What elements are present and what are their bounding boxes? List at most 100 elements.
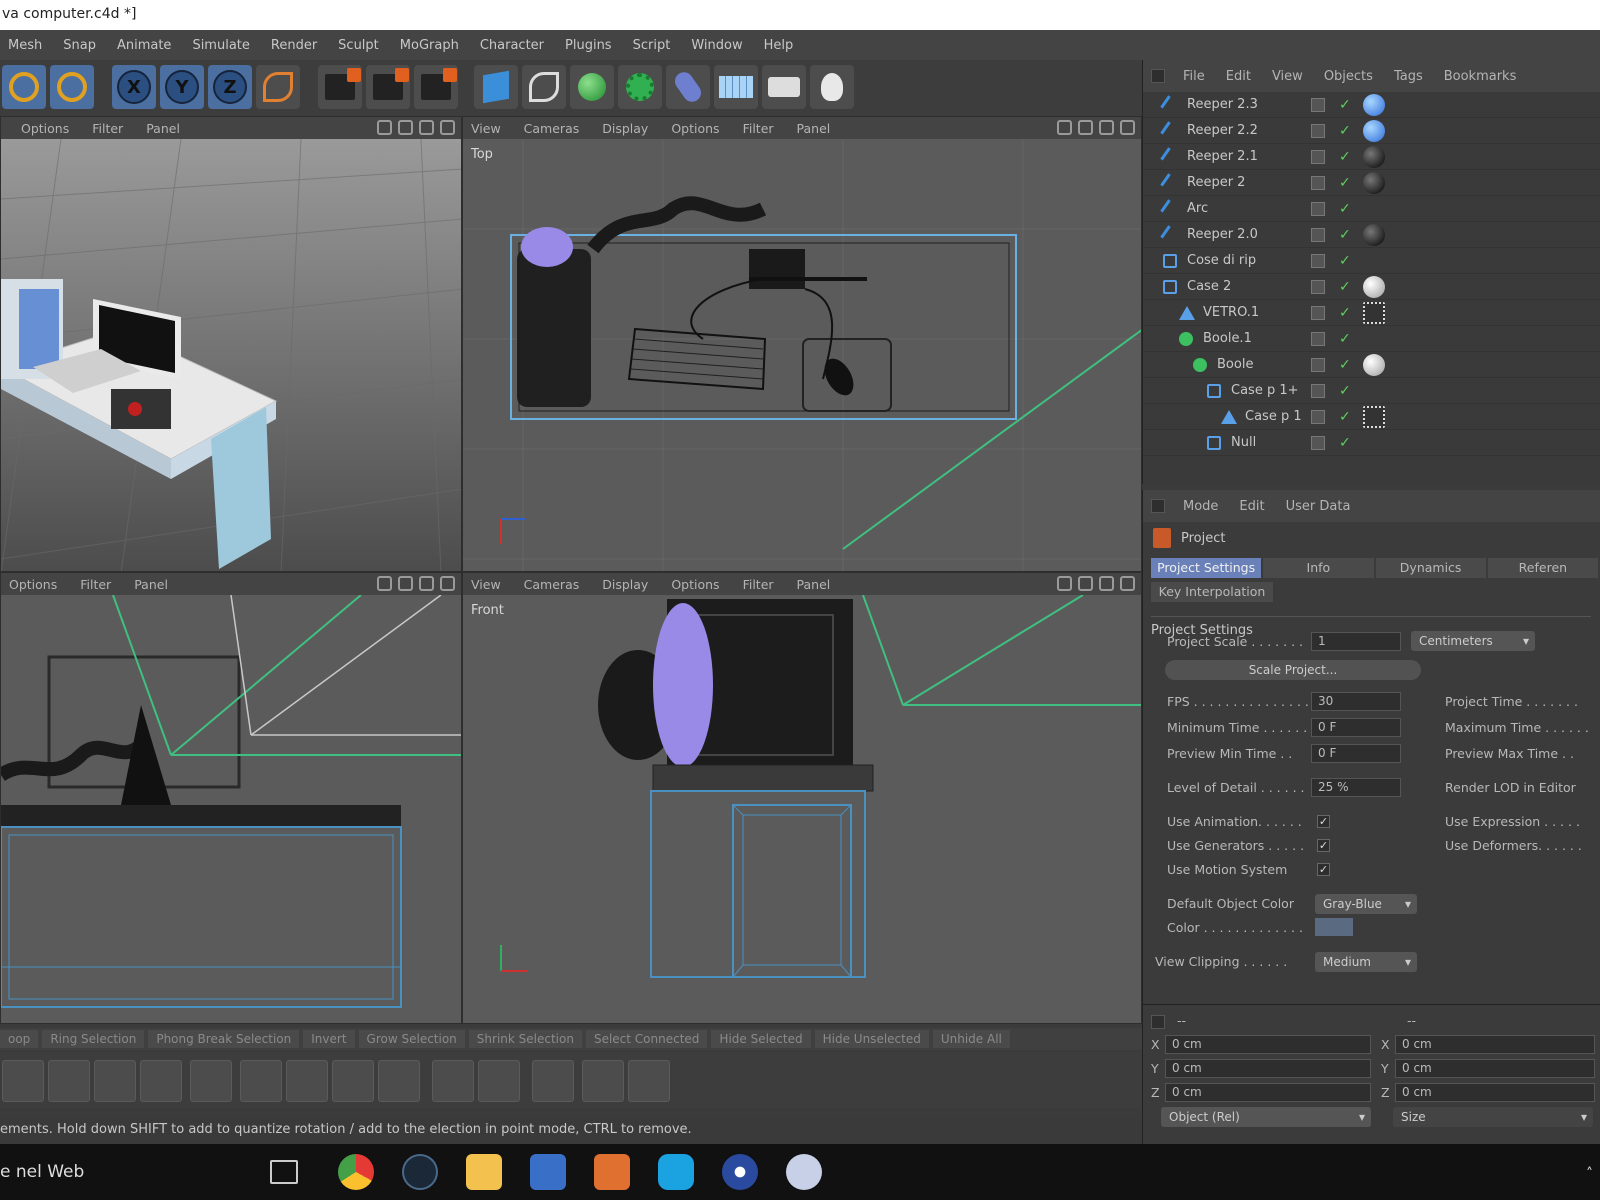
vp-filter[interactable]: Filter	[92, 121, 123, 136]
maximize-view-icon[interactable]	[1120, 576, 1135, 591]
vp-filter[interactable]: Filter	[80, 577, 111, 592]
enabled-check-icon[interactable]: ✓	[1339, 279, 1351, 295]
dissolve-icon[interactable]	[478, 1060, 520, 1102]
bridge-icon[interactable]	[240, 1060, 282, 1102]
taskmanager-icon[interactable]	[530, 1154, 566, 1190]
coordinate-system-icon[interactable]	[256, 65, 300, 109]
layer-visibility-icon[interactable]	[1311, 279, 1325, 294]
unhide-all-button[interactable]: Unhide All	[932, 1030, 1010, 1048]
floor-icon[interactable]	[714, 65, 758, 109]
rotate-view-icon[interactable]	[419, 120, 434, 135]
object-name[interactable]: Arc	[1187, 201, 1208, 216]
paint-icon[interactable]	[786, 1154, 822, 1190]
scale-icon[interactable]	[50, 65, 94, 109]
move-view-icon[interactable]	[377, 576, 392, 591]
enabled-check-icon[interactable]: ✓	[1339, 253, 1351, 269]
om-bookmarks[interactable]: Bookmarks	[1444, 69, 1517, 84]
move-view-icon[interactable]	[1057, 576, 1072, 591]
object-row[interactable]: Reeper 2.2 ✓	[1143, 118, 1600, 144]
knife-icon[interactable]	[190, 1060, 232, 1102]
shrink-selection-button[interactable]: Shrink Selection	[468, 1030, 582, 1048]
coordinate-mode-select[interactable]: Object (Rel)	[1161, 1107, 1371, 1127]
rotate-view-icon[interactable]	[1099, 576, 1114, 591]
viewport-top[interactable]: View Cameras Display Options Filter Pane…	[462, 116, 1142, 572]
light-icon[interactable]	[810, 65, 854, 109]
object-row[interactable]: Reeper 2.3 ✓	[1143, 92, 1600, 118]
maximize-view-icon[interactable]	[440, 120, 455, 135]
object-name[interactable]: Case 2	[1187, 279, 1231, 294]
vp-filter[interactable]: Filter	[743, 121, 774, 136]
material-tag-icon[interactable]	[1363, 405, 1385, 428]
enabled-check-icon[interactable]: ✓	[1339, 409, 1351, 425]
coord-size-input[interactable]: 0 cm	[1395, 1083, 1595, 1102]
enabled-check-icon[interactable]: ✓	[1339, 123, 1351, 139]
menu-sculpt[interactable]: Sculpt	[338, 38, 379, 53]
capsule-icon[interactable]	[666, 65, 710, 109]
layer-visibility-icon[interactable]	[1311, 201, 1325, 216]
material-tag-icon[interactable]	[1363, 223, 1385, 246]
subdivide-icon[interactable]	[582, 1060, 624, 1102]
viewport-front[interactable]: View Cameras Display Options Filter Pane…	[462, 572, 1142, 1024]
coord-position-input[interactable]: 0 cm	[1165, 1083, 1371, 1102]
extrude-icon[interactable]	[48, 1060, 90, 1102]
menu-character[interactable]: Character	[480, 38, 544, 53]
object-row[interactable]: Reeper 2 ✓	[1143, 170, 1600, 196]
enabled-check-icon[interactable]: ✓	[1339, 383, 1351, 399]
top-scene[interactable]	[463, 139, 1142, 572]
material-tag-icon[interactable]	[1363, 171, 1385, 194]
add-point-icon[interactable]	[532, 1060, 574, 1102]
hide-unselected-button[interactable]: Hide Unselected	[814, 1030, 929, 1048]
tab-key-interpolation[interactable]: Key Interpolation	[1151, 582, 1273, 602]
weld-icon[interactable]	[286, 1060, 328, 1102]
grow-selection-button[interactable]: Grow Selection	[358, 1030, 465, 1048]
use-animation-checkbox[interactable]: ✓	[1317, 815, 1330, 828]
slide-icon[interactable]	[378, 1060, 420, 1102]
maximize-view-icon[interactable]	[440, 576, 455, 591]
menu-render[interactable]: Render	[271, 38, 317, 53]
enabled-check-icon[interactable]: ✓	[1339, 97, 1351, 113]
use-generators-checkbox[interactable]: ✓	[1317, 839, 1330, 852]
om-view[interactable]: View	[1272, 69, 1303, 84]
object-name[interactable]: Reeper 2.3	[1187, 97, 1258, 112]
layer-visibility-icon[interactable]	[1311, 97, 1325, 112]
color-swatch[interactable]	[1315, 918, 1353, 936]
menu-mograph[interactable]: MoGraph	[400, 38, 459, 53]
skype-icon[interactable]	[658, 1154, 694, 1190]
vp-view[interactable]: View	[471, 121, 501, 136]
enabled-check-icon[interactable]: ✓	[1339, 175, 1351, 191]
object-row[interactable]: Boole.1 ✓	[1143, 326, 1600, 352]
om-objects[interactable]: Objects	[1324, 69, 1373, 84]
mirror-icon[interactable]	[432, 1060, 474, 1102]
panel-grip-icon[interactable]	[1151, 499, 1165, 513]
perspective-scene[interactable]	[1, 139, 462, 572]
material-tag-icon[interactable]	[1363, 145, 1385, 168]
tab-referencing[interactable]: Referen	[1487, 558, 1598, 578]
task-view-icon[interactable]	[270, 1160, 298, 1184]
enabled-check-icon[interactable]: ✓	[1339, 201, 1351, 217]
object-name[interactable]: Reeper 2	[1187, 175, 1245, 190]
zoom-view-icon[interactable]	[398, 576, 413, 591]
zoom-view-icon[interactable]	[1078, 120, 1093, 135]
om-file[interactable]: File	[1183, 69, 1205, 84]
layer-visibility-icon[interactable]	[1311, 175, 1325, 190]
vp-panel[interactable]: Panel	[797, 121, 831, 136]
tab-project-settings[interactable]: Project Settings	[1151, 558, 1262, 578]
menu-simulate[interactable]: Simulate	[192, 38, 249, 53]
object-name[interactable]: Case p 1	[1245, 409, 1302, 424]
hide-selected-button[interactable]: Hide Selected	[711, 1030, 811, 1048]
rotate-icon[interactable]	[2, 65, 46, 109]
enabled-check-icon[interactable]: ✓	[1339, 435, 1351, 451]
taskbar-search[interactable]: e nel Web	[0, 1162, 84, 1182]
menu-plugins[interactable]: Plugins	[565, 38, 612, 53]
optimize-icon[interactable]	[628, 1060, 670, 1102]
view-clipping-select[interactable]: Medium	[1315, 952, 1417, 972]
layer-visibility-icon[interactable]	[1311, 383, 1325, 398]
magnet-icon[interactable]	[2, 1060, 44, 1102]
tab-dynamics[interactable]: Dynamics	[1375, 558, 1486, 578]
chevron-up-icon[interactable]: ˄	[1586, 1166, 1593, 1182]
steam-icon[interactable]	[402, 1154, 438, 1190]
menu-help[interactable]: Help	[764, 38, 794, 53]
edit-render-settings-icon[interactable]	[414, 65, 458, 109]
layer-visibility-icon[interactable]	[1311, 409, 1325, 424]
object-name[interactable]: Reeper 2.1	[1187, 149, 1258, 164]
